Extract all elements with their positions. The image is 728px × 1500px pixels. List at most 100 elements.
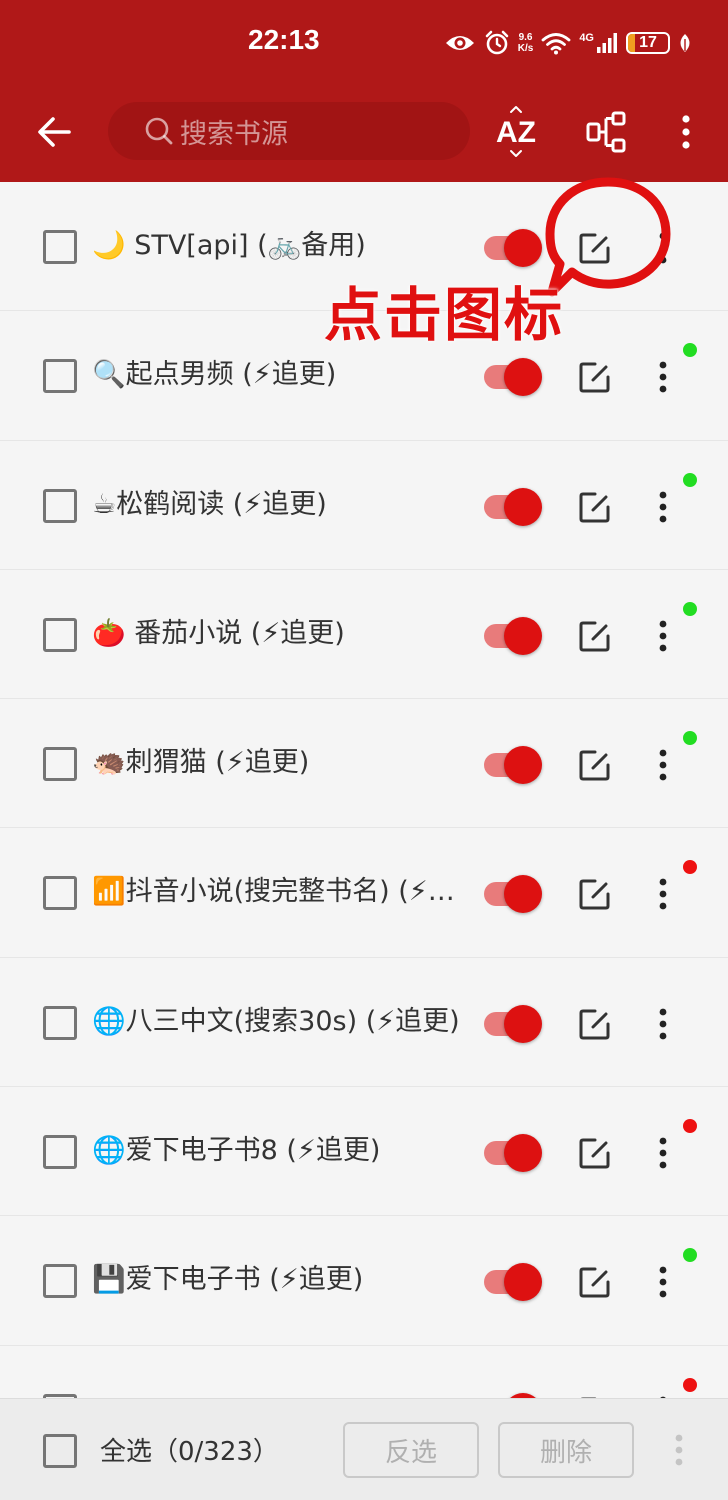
source-name: 🌐八三中文(搜索30s) (⚡追更) <box>92 1005 460 1037</box>
source-enable-switch[interactable] <box>484 616 544 655</box>
row-menu-button[interactable] <box>648 1133 678 1173</box>
source-checkbox[interactable] <box>43 1264 77 1299</box>
edit-icon <box>579 1267 610 1298</box>
source-name: 🍅 番茄小说 (⚡追更) <box>92 617 345 649</box>
row-menu-button[interactable] <box>648 1262 678 1302</box>
source-status-dot <box>683 1119 697 1134</box>
source-enable-switch[interactable] <box>484 1004 544 1043</box>
switch-knob <box>504 1004 542 1043</box>
row-menu-button[interactable] <box>648 616 678 656</box>
status-time: 22:13 <box>248 24 320 55</box>
edit-button[interactable] <box>576 1263 614 1301</box>
eye-icon <box>445 36 474 50</box>
source-checkbox[interactable] <box>43 1005 77 1040</box>
alarm-icon <box>485 30 509 55</box>
bottom-action-bar: 全选（0/323） 反选 删除 <box>0 1398 728 1500</box>
more-vertical-icon <box>675 1434 683 1466</box>
source-checkbox[interactable] <box>43 230 77 264</box>
group-icon <box>586 111 626 153</box>
source-row: 🍅 番茄小说 (⚡追更) <box>0 570 728 700</box>
source-name: 🌙 STV[api] (🚲备用) <box>92 230 366 261</box>
source-list: 🌙 STV[api] (🚲备用) 🔍起点男频 (⚡追更) ☕松鹤阅读 (⚡追更)… <box>0 182 728 1398</box>
source-status-dot <box>683 472 697 487</box>
battery-level: 17 <box>639 34 657 51</box>
row-menu-button[interactable] <box>648 228 678 268</box>
edit-button[interactable] <box>576 875 614 913</box>
select-all-checkbox[interactable] <box>43 1434 77 1468</box>
select-all-label[interactable]: 全选（0/323） <box>100 1431 279 1468</box>
source-checkbox[interactable] <box>43 1135 77 1170</box>
switch-knob <box>504 1134 542 1173</box>
source-enable-switch[interactable] <box>484 746 544 785</box>
source-enable-switch[interactable] <box>484 1263 544 1302</box>
more-vertical-icon <box>659 1137 667 1169</box>
source-row <box>0 1346 728 1398</box>
switch-knob <box>504 746 542 785</box>
source-enable-switch[interactable] <box>484 358 544 397</box>
more-vertical-icon <box>682 115 690 149</box>
switch-knob <box>504 875 542 914</box>
source-checkbox[interactable] <box>43 876 77 911</box>
group-button[interactable] <box>582 104 632 160</box>
signal-bars-icon <box>597 33 617 53</box>
status-bar: 22:13 9.6 K/s 4G 17 <box>0 0 728 86</box>
arrow-left-icon <box>38 117 71 147</box>
invert-selection-button[interactable]: 反选 <box>343 1422 479 1478</box>
source-row: ☕松鹤阅读 (⚡追更) <box>0 441 728 570</box>
delete-button[interactable]: 删除 <box>498 1422 634 1478</box>
more-vertical-icon <box>659 620 667 652</box>
switch-knob <box>504 229 542 267</box>
row-menu-button[interactable] <box>648 745 678 785</box>
edit-icon <box>579 1138 610 1169</box>
source-name: 🔍起点男频 (⚡追更) <box>92 359 337 391</box>
source-row: 🦔刺猬猫 (⚡追更) <box>0 699 728 829</box>
source-enable-switch[interactable] <box>484 487 544 526</box>
app-header: 22:13 9.6 K/s 4G 17 搜索书源 AZ <box>0 0 728 182</box>
edit-button[interactable] <box>576 746 614 784</box>
more-vertical-icon <box>659 1266 667 1298</box>
sort-label: AZ <box>496 116 536 149</box>
source-enable-switch[interactable] <box>484 875 544 914</box>
source-checkbox[interactable] <box>43 617 77 652</box>
source-row: 💾爱下电子书 (⚡追更) <box>0 1216 728 1346</box>
search-input[interactable]: 搜索书源 <box>108 102 470 160</box>
net-speed: 9.6 K/s <box>518 32 534 54</box>
row-menu-button[interactable] <box>648 874 678 914</box>
back-button[interactable] <box>28 106 80 158</box>
battery-indicator: 17 <box>626 32 670 54</box>
net-speed-value: 9.6 <box>518 32 533 43</box>
edit-icon <box>579 233 610 264</box>
edit-icon <box>579 362 610 393</box>
more-vertical-icon <box>659 491 667 522</box>
bottom-more-button[interactable] <box>664 1430 694 1470</box>
edit-button[interactable] <box>576 1134 614 1172</box>
source-enable-switch[interactable] <box>484 229 544 267</box>
sort-button[interactable]: AZ <box>490 104 542 160</box>
edit-button[interactable] <box>576 358 614 396</box>
source-checkbox[interactable] <box>43 488 77 523</box>
edit-button[interactable] <box>576 488 614 526</box>
row-menu-button[interactable] <box>648 357 678 397</box>
edit-button[interactable] <box>576 1005 614 1043</box>
edit-icon <box>579 879 610 910</box>
edit-button[interactable] <box>576 617 614 655</box>
source-status-dot <box>683 731 697 746</box>
edit-icon <box>579 492 610 523</box>
source-row: 🌐爱下电子书8 (⚡追更) <box>0 1087 728 1217</box>
source-name: 🌐爱下电子书8 (⚡追更) <box>92 1135 381 1167</box>
more-button[interactable] <box>666 104 706 160</box>
source-checkbox[interactable] <box>43 747 77 782</box>
row-menu-button[interactable] <box>648 1004 678 1044</box>
row-menu-button[interactable] <box>648 487 678 527</box>
edit-button[interactable] <box>576 229 614 267</box>
source-status-dot <box>683 601 697 616</box>
battery-fill <box>628 34 635 52</box>
switch-knob <box>504 1263 542 1302</box>
sort-az-icon: AZ <box>496 106 536 157</box>
switch-knob <box>504 487 542 526</box>
network-type: 4G <box>579 32 594 44</box>
signal-indicator: 4G <box>579 32 618 54</box>
source-checkbox[interactable] <box>43 359 77 394</box>
source-enable-switch[interactable] <box>484 1134 544 1173</box>
source-row: 📶抖音小说(搜完整书名) (⚡追更) <box>0 828 728 958</box>
